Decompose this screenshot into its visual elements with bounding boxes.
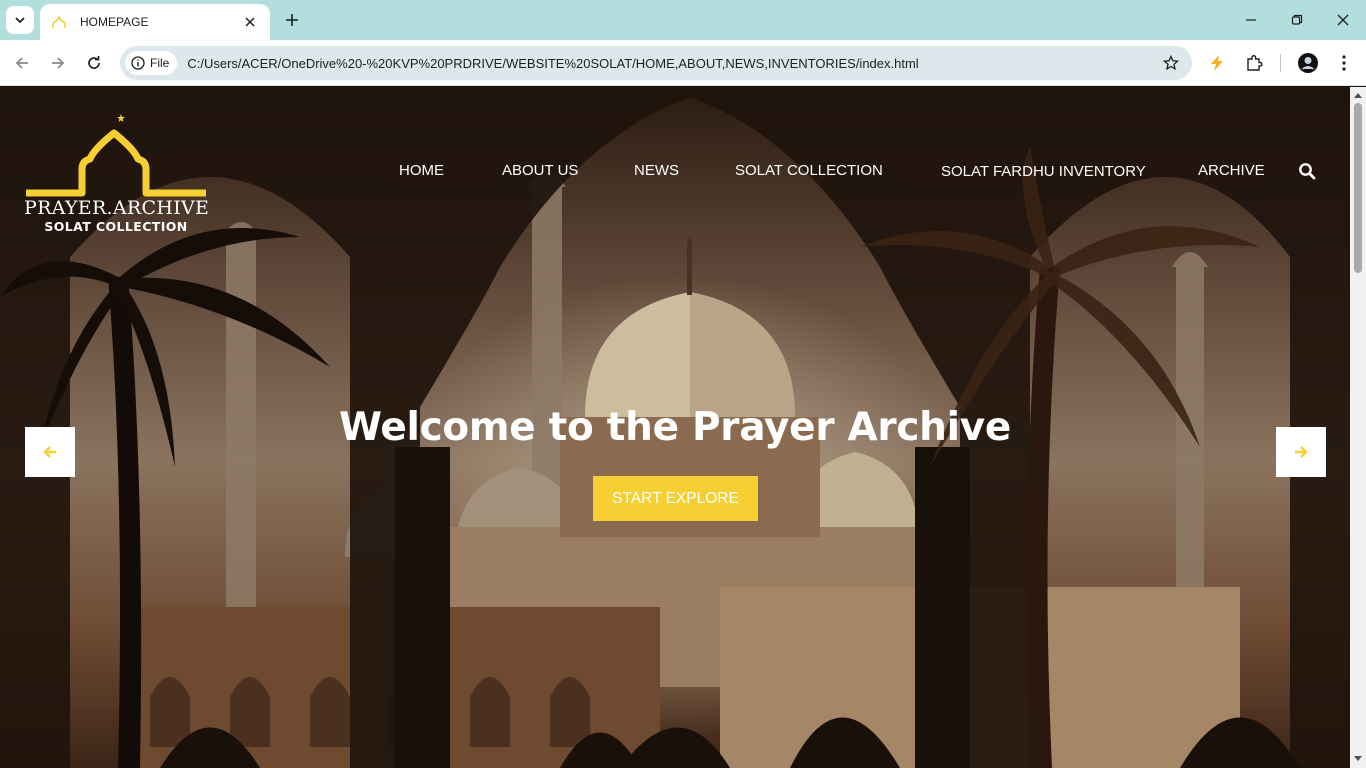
arrow-right-icon <box>1295 446 1308 458</box>
close-icon[interactable] <box>240 12 260 32</box>
puzzle-icon[interactable] <box>1241 50 1267 76</box>
nav-news[interactable]: NEWS <box>634 162 679 179</box>
scroll-thumb[interactable] <box>1354 103 1362 273</box>
info-icon <box>131 56 145 70</box>
tab-strip: HOMEPAGE <box>0 0 1366 40</box>
browser-tab[interactable]: HOMEPAGE <box>40 4 270 40</box>
logo-title: PRAYER.ARCHIVE <box>24 197 210 219</box>
nav-solat-fardhu-inventory[interactable]: SOLAT FARDHU INVENTORY <box>941 163 1146 180</box>
kebab-menu-icon[interactable] <box>1331 50 1357 76</box>
hero-section: PRAYER.ARCHIVE SOLAT COLLECTION HOME ABO… <box>0 87 1350 768</box>
star-icon[interactable] <box>1156 48 1186 78</box>
start-explore-button[interactable]: START EXPLORE <box>593 476 758 521</box>
plus-icon[interactable] <box>280 8 304 32</box>
mosque-logo-icon <box>26 111 206 197</box>
slider-next-button[interactable] <box>1276 427 1326 477</box>
nav-home[interactable]: HOME <box>399 162 444 179</box>
url-text[interactable]: C:/Users/ACER/OneDrive%20-%20KVP%20PRDRI… <box>187 56 1156 71</box>
forward-icon[interactable] <box>44 49 72 77</box>
scroll-up-icon[interactable] <box>1353 90 1363 100</box>
search-icon[interactable] <box>1298 162 1318 182</box>
browser-toolbar: File C:/Users/ACER/OneDrive%20-%20KVP%20… <box>0 40 1366 86</box>
site-info-chip[interactable]: File <box>125 51 178 75</box>
chip-label: File <box>150 56 170 70</box>
scroll-down-icon[interactable] <box>1353 754 1363 764</box>
nav-archive[interactable]: ARCHIVE <box>1198 162 1265 179</box>
slider-prev-button[interactable] <box>25 427 75 477</box>
back-icon[interactable] <box>8 49 36 77</box>
hero-title: Welcome to the Prayer Archive <box>339 405 1011 450</box>
favicon-mosque-icon <box>50 13 68 31</box>
restore-icon[interactable] <box>1282 6 1312 34</box>
address-bar[interactable]: File C:/Users/ACER/OneDrive%20-%20KVP%20… <box>120 46 1192 80</box>
reload-icon[interactable] <box>80 49 108 77</box>
minimize-icon[interactable] <box>1236 6 1266 34</box>
site-logo[interactable]: PRAYER.ARCHIVE SOLAT COLLECTION <box>24 109 210 239</box>
nav-about-us[interactable]: ABOUT US <box>502 162 578 179</box>
nav-solat-collection[interactable]: SOLAT COLLECTION <box>735 162 883 179</box>
arrow-left-icon <box>43 446 56 458</box>
profile-avatar-icon[interactable] <box>1295 50 1321 76</box>
logo-subtitle: SOLAT COLLECTION <box>44 219 188 234</box>
toolbar-separator <box>1280 54 1281 72</box>
bolt-extension-icon[interactable] <box>1204 50 1230 76</box>
window-close-icon[interactable] <box>1328 6 1358 34</box>
tab-search-button[interactable] <box>6 6 34 34</box>
tab-title: HOMEPAGE <box>80 15 149 29</box>
page-scrollbar[interactable] <box>1350 87 1366 768</box>
chevron-down-icon <box>15 17 25 24</box>
